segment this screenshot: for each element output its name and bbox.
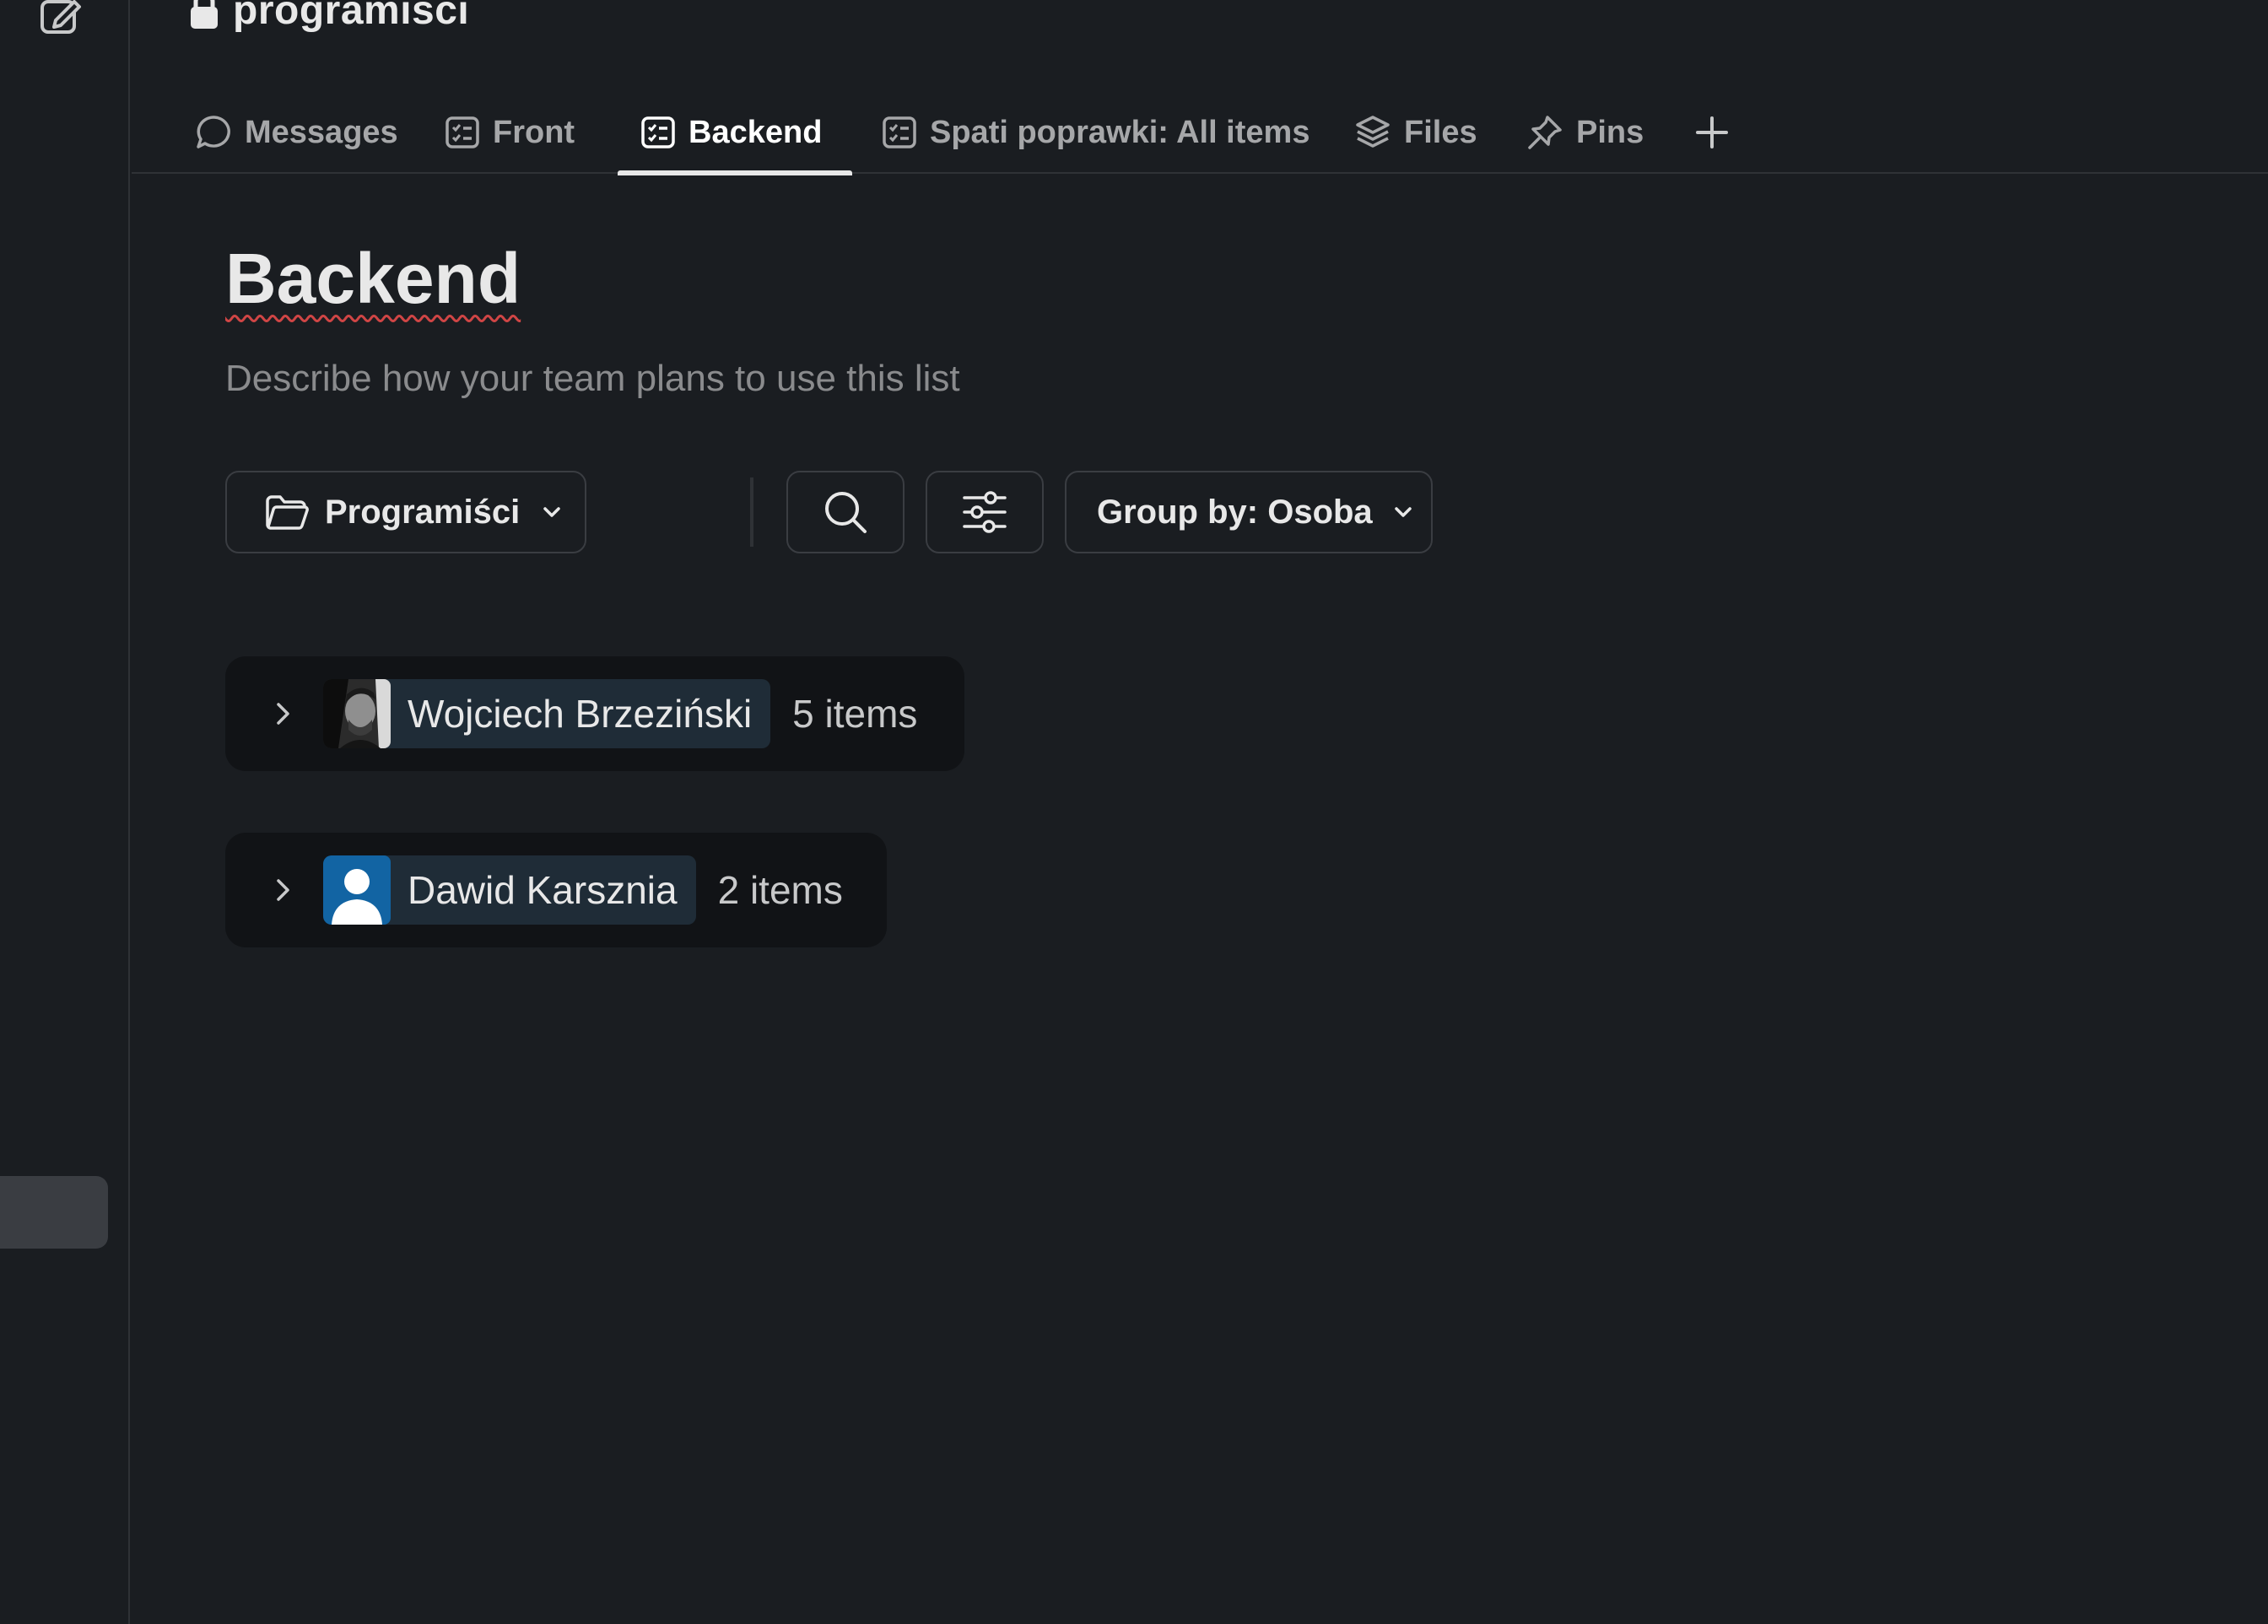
add-tab-button[interactable] — [1694, 91, 1730, 174]
tab-pins[interactable]: Pins — [1526, 91, 1644, 174]
main-panel: programisci Messages Front Backend Spati… — [132, 0, 2268, 1624]
list-icon — [641, 116, 675, 148]
chevron-down-icon — [1394, 507, 1412, 517]
tab-label: Backend — [688, 114, 823, 150]
tab-front[interactable]: Front — [444, 91, 575, 174]
folder-select-label: Programiści — [325, 493, 521, 531]
item-count: 2 items — [717, 868, 843, 912]
search-icon — [825, 492, 867, 533]
pin-icon — [1528, 116, 1562, 149]
chevron-down-icon — [543, 507, 560, 517]
folder-select-button[interactable]: Programiści — [225, 471, 586, 553]
tab-label: Spati poprawki: All items — [930, 114, 1310, 150]
avatar — [323, 679, 391, 748]
search-button[interactable] — [786, 471, 904, 553]
layers-icon — [1356, 116, 1390, 148]
list-description[interactable]: Describe how your team plans to use this… — [225, 358, 960, 400]
expand-chevron[interactable] — [271, 697, 296, 731]
tab-label: Pins — [1576, 114, 1644, 150]
tab-label: Files — [1404, 114, 1477, 150]
lock-icon — [191, 0, 218, 29]
channel-name: programisci — [233, 0, 470, 33]
person-name: Dawid Karsznia — [408, 868, 678, 912]
message-icon — [197, 116, 230, 148]
filter-sliders-icon — [963, 491, 1007, 533]
list-title[interactable]: Backend — [225, 238, 521, 320]
person-chip[interactable]: Wojciech Brzeziński — [323, 679, 771, 748]
list-icon — [883, 116, 916, 148]
plus-icon — [1696, 116, 1728, 148]
compose-button[interactable] — [37, 0, 84, 39]
chevron-right-icon — [277, 879, 289, 901]
chevron-right-icon — [277, 703, 289, 725]
expand-chevron[interactable] — [271, 873, 296, 907]
tab-bar: Messages Front Backend Spati poprawki: A… — [132, 91, 2268, 175]
avatar — [323, 855, 391, 925]
person-name: Wojciech Brzeziński — [408, 692, 753, 736]
app-window: programisci Messages Front Backend Spati… — [0, 0, 2268, 1624]
tab-messages[interactable]: Messages — [194, 91, 398, 174]
left-rail — [0, 0, 130, 1624]
channel-header[interactable]: programisci — [187, 0, 469, 35]
list-icon — [446, 116, 479, 148]
tab-spati-poprawki[interactable]: Spati poprawki: All items — [881, 91, 1310, 174]
tab-files[interactable]: Files — [1353, 91, 1477, 174]
active-tab-indicator — [618, 170, 853, 175]
toolbar-divider — [750, 477, 753, 547]
group-by-label: Group by: Osoba — [1097, 493, 1373, 531]
folder-icon — [266, 495, 309, 530]
filter-button[interactable] — [926, 471, 1044, 553]
person-chip[interactable]: Dawid Karsznia — [323, 855, 696, 925]
tab-backend[interactable]: Backend — [618, 91, 853, 175]
rail-selected-item[interactable] — [0, 1176, 108, 1249]
group-row[interactable]: Wojciech Brzeziński 5 items — [225, 656, 964, 771]
tab-label: Messages — [245, 114, 398, 150]
default-user-icon — [323, 855, 391, 925]
tab-label: Front — [493, 114, 575, 150]
compose-icon — [40, 0, 81, 34]
group-by-button[interactable]: Group by: Osoba — [1065, 471, 1433, 553]
item-count: 5 items — [792, 692, 918, 736]
group-row[interactable]: Dawid Karsznia 2 items — [225, 833, 887, 947]
